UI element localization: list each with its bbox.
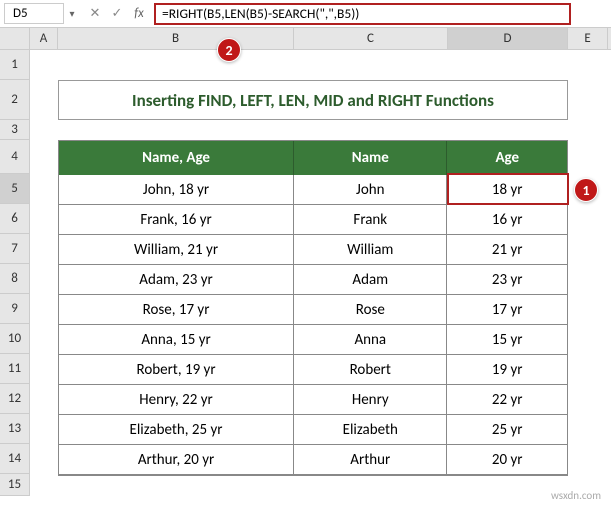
cell[interactable]: Anna, 15 yr — [59, 325, 294, 355]
cell[interactable]: 15 yr — [447, 325, 567, 355]
cell[interactable]: Henry, 22 yr — [59, 385, 294, 415]
col-header-D[interactable]: D — [448, 28, 568, 49]
row-header-12[interactable]: 12 — [0, 384, 30, 414]
formula-bar-icons: ✕ ✓ fx — [80, 6, 154, 21]
data-table: Name, Age Name Age John, 18 yr John 18 y… — [58, 140, 568, 476]
table-row: Rose, 17 yr Rose 17 yr — [59, 295, 567, 325]
name-box[interactable]: D5 — [4, 3, 64, 24]
row-header-8[interactable]: 8 — [0, 264, 30, 294]
row-header-13[interactable]: 13 — [0, 414, 30, 444]
row-header-7[interactable]: 7 — [0, 234, 30, 264]
cell[interactable]: Frank — [294, 205, 447, 235]
row-header-2[interactable]: 2 — [0, 80, 30, 120]
row-header-11[interactable]: 11 — [0, 354, 30, 384]
title-cell[interactable]: Inserting FIND, LEFT, LEN, MID and RIGHT… — [58, 80, 568, 120]
row-header-10[interactable]: 10 — [0, 324, 30, 354]
cell[interactable]: John, 18 yr — [59, 175, 294, 205]
table-row: Henry, 22 yr Henry 22 yr — [59, 385, 567, 415]
header-age[interactable]: Age — [447, 141, 567, 175]
cell[interactable]: Anna — [294, 325, 447, 355]
cell[interactable]: Robert, 19 yr — [59, 355, 294, 385]
cell[interactable]: Robert — [294, 355, 447, 385]
cell[interactable]: 16 yr — [447, 205, 567, 235]
header-name[interactable]: Name — [294, 141, 447, 175]
cell[interactable]: Arthur — [294, 445, 447, 475]
cell[interactable]: Rose — [294, 295, 447, 325]
formula-input[interactable]: =RIGHT(B5,LEN(B5)-SEARCH(",",B5)) — [154, 3, 571, 25]
watermark: wsxdn.com — [551, 489, 601, 502]
col-header-E[interactable]: E — [568, 28, 608, 49]
cell[interactable]: William, 21 yr — [59, 235, 294, 265]
table-row: Elizabeth, 25 yr Elizabeth 25 yr — [59, 415, 567, 445]
cell[interactable]: 18 yr — [447, 175, 567, 205]
table-header-row: Name, Age Name Age — [59, 141, 567, 175]
fx-icon[interactable]: fx — [130, 6, 148, 21]
table-row: Anna, 15 yr Anna 15 yr — [59, 325, 567, 355]
row-header-1[interactable]: 1 — [0, 50, 30, 80]
cell[interactable]: 17 yr — [447, 295, 567, 325]
name-box-dropdown-icon[interactable]: ▾ — [64, 7, 80, 20]
col-header-A[interactable]: A — [30, 28, 58, 49]
row-header-14[interactable]: 14 — [0, 444, 30, 474]
table-row: Robert, 19 yr Robert 19 yr — [59, 355, 567, 385]
select-all-corner[interactable] — [0, 28, 30, 49]
col-header-B[interactable]: B — [58, 28, 294, 49]
cell[interactable]: Adam — [294, 265, 447, 295]
header-name-age[interactable]: Name, Age — [59, 141, 294, 175]
column-headers: A B C D E — [0, 28, 611, 50]
table-row: Adam, 23 yr Adam 23 yr — [59, 265, 567, 295]
formula-bar: D5 ▾ ✕ ✓ fx =RIGHT(B5,LEN(B5)-SEARCH(","… — [0, 0, 611, 28]
cancel-icon[interactable]: ✕ — [86, 6, 104, 21]
cell[interactable]: 23 yr — [447, 265, 567, 295]
annotation-badge-2: 2 — [217, 38, 241, 62]
cell[interactable]: 19 yr — [447, 355, 567, 385]
cell[interactable]: 25 yr — [447, 415, 567, 445]
cell[interactable]: Elizabeth — [294, 415, 447, 445]
row-header-9[interactable]: 9 — [0, 294, 30, 324]
cell[interactable]: Adam, 23 yr — [59, 265, 294, 295]
cell[interactable]: Arthur, 20 yr — [59, 445, 294, 475]
table-row: John, 18 yr John 18 yr — [59, 175, 567, 205]
table-row: Arthur, 20 yr Arthur 20 yr — [59, 445, 567, 475]
cell[interactable]: John — [294, 175, 447, 205]
row-header-6[interactable]: 6 — [0, 204, 30, 234]
cell[interactable]: 22 yr — [447, 385, 567, 415]
cell[interactable]: Rose, 17 yr — [59, 295, 294, 325]
row-header-5[interactable]: 5 — [0, 174, 30, 204]
row-header-4[interactable]: 4 — [0, 140, 30, 174]
row-header-3[interactable]: 3 — [0, 120, 30, 140]
cell[interactable]: 21 yr — [447, 235, 567, 265]
table-row: William, 21 yr William 21 yr — [59, 235, 567, 265]
cell[interactable]: Frank, 16 yr — [59, 205, 294, 235]
cell[interactable]: Henry — [294, 385, 447, 415]
col-header-C[interactable]: C — [294, 28, 448, 49]
cell[interactable]: 20 yr — [447, 445, 567, 475]
spreadsheet-grid: A B C D E 1 2 3 4 5 6 7 8 9 10 11 12 13 … — [0, 28, 611, 496]
cells-area[interactable]: Inserting FIND, LEFT, LEN, MID and RIGHT… — [30, 50, 611, 496]
table-row: Frank, 16 yr Frank 16 yr — [59, 205, 567, 235]
annotation-badge-1: 1 — [574, 178, 598, 202]
row-headers: 1 2 3 4 5 6 7 8 9 10 11 12 13 14 15 — [0, 50, 30, 496]
cell[interactable]: William — [294, 235, 447, 265]
cell[interactable]: Elizabeth, 25 yr — [59, 415, 294, 445]
row-header-15[interactable]: 15 — [0, 474, 30, 496]
accept-icon[interactable]: ✓ — [108, 6, 126, 21]
